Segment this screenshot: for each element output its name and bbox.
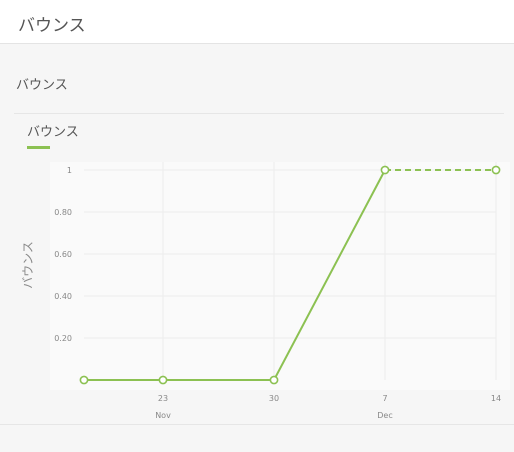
x-tick-label: 23 xyxy=(158,394,168,403)
y-tick-label: 0.40 xyxy=(54,292,72,301)
data-point xyxy=(158,375,168,385)
y-tick-label: 0.60 xyxy=(54,250,72,259)
plot-area xyxy=(50,162,510,390)
y-tick-label: 0.80 xyxy=(54,208,72,217)
x-tick-label: 14 xyxy=(491,394,501,403)
data-point xyxy=(269,375,279,385)
y-axis-title: バウンス xyxy=(21,241,35,289)
y-tick-label: 1 xyxy=(67,166,72,175)
data-point xyxy=(380,165,390,175)
y-tick-label: 0.20 xyxy=(54,334,72,343)
data-point xyxy=(79,375,89,385)
x-tick-label: 7 xyxy=(382,394,387,403)
x-tick-month: Dec xyxy=(377,411,392,420)
x-tick-month: Nov xyxy=(155,411,171,420)
line-chart: 0.20 0.40 0.60 0.80 1 23 Nov 30 7 Dec 14 バウンス xyxy=(21,162,510,420)
x-tick-label: 30 xyxy=(269,394,279,403)
data-point xyxy=(491,165,501,175)
